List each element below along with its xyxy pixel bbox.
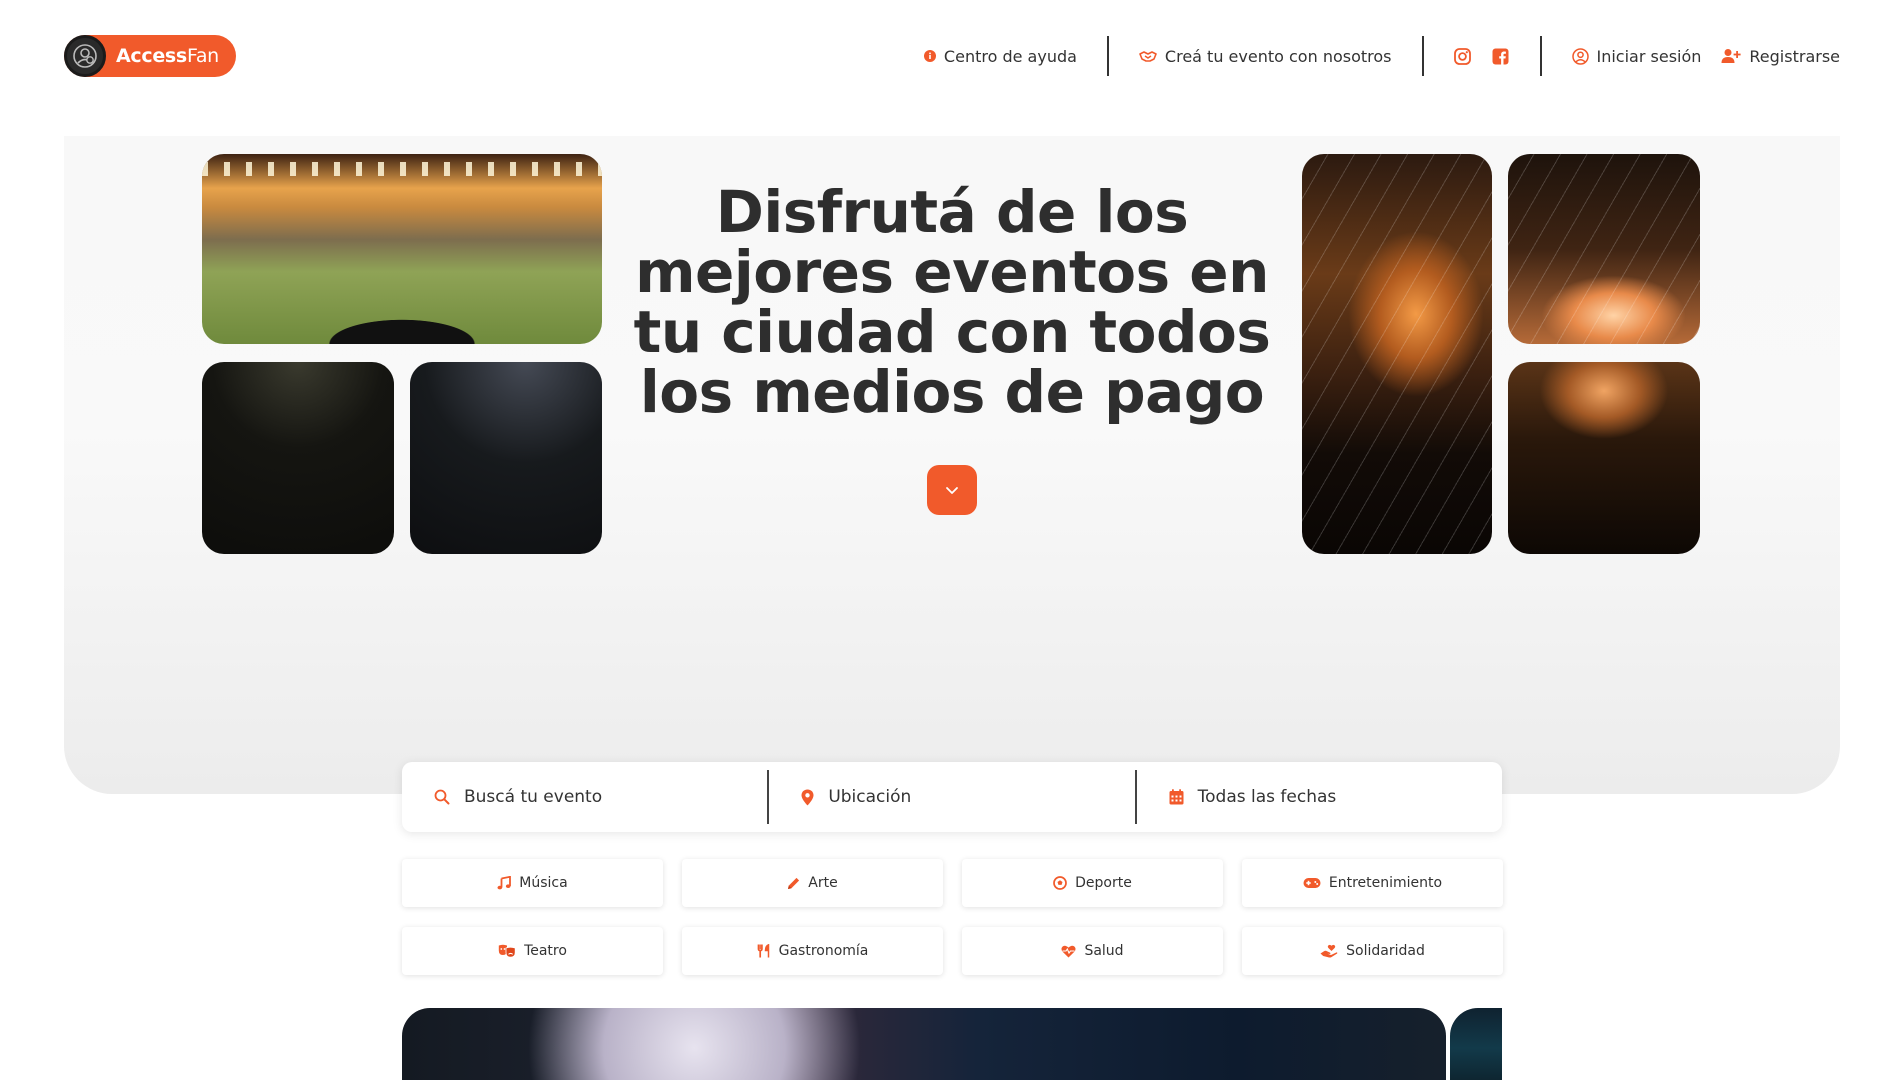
page: AccessFan Centro de ayuda Creá tu evento… xyxy=(0,0,1904,1080)
category-teatro[interactable]: Teatro xyxy=(402,927,663,975)
event-search-input[interactable] xyxy=(464,787,724,807)
category-salud[interactable]: Salud xyxy=(962,927,1223,975)
hero-title: Disfrutá de los mejores eventos en tu ci… xyxy=(633,178,1271,426)
featured-event-banner[interactable] xyxy=(402,1008,1446,1080)
gamepad-icon xyxy=(1303,878,1321,888)
create-event-label: Creá tu evento con nosotros xyxy=(1164,46,1392,66)
category-solidaridad[interactable]: Solidaridad xyxy=(1242,927,1503,975)
category-gastronomia[interactable]: Gastronomía xyxy=(682,927,943,975)
music-note-icon xyxy=(497,876,512,890)
nav-divider xyxy=(1539,36,1542,76)
create-event-link[interactable]: Creá tu evento con nosotros xyxy=(1139,47,1392,66)
map-pin-icon xyxy=(801,789,814,805)
category-label: Música xyxy=(519,875,568,891)
hero-section: Disfrutá de los mejores eventos en tu ci… xyxy=(64,136,1840,794)
date-filter[interactable]: Todas las fechas xyxy=(1137,762,1502,832)
theater-masks-icon xyxy=(498,944,516,958)
brand-logo[interactable]: AccessFan xyxy=(64,35,236,77)
facebook-icon[interactable] xyxy=(1492,47,1510,65)
auth-links: Iniciar sesión Registrarse xyxy=(1571,46,1840,66)
social-links xyxy=(1454,47,1510,65)
category-arte[interactable]: Arte xyxy=(682,859,943,907)
scroll-down-button[interactable] xyxy=(927,465,977,515)
heart-pulse-icon xyxy=(1061,945,1076,957)
category-musica[interactable]: Música xyxy=(402,859,663,907)
crowd-photo xyxy=(410,362,602,554)
info-circle-icon xyxy=(923,50,936,62)
category-label: Salud xyxy=(1084,943,1124,959)
category-label: Gastronomía xyxy=(778,943,869,959)
instagram-icon[interactable] xyxy=(1454,47,1472,65)
date-filter-label: Todas las fechas xyxy=(1197,787,1337,807)
logo-badge-icon xyxy=(64,35,106,77)
brand-name: AccessFan xyxy=(116,45,219,67)
category-label: Deporte xyxy=(1075,875,1132,891)
hand-heart-icon xyxy=(1320,944,1338,958)
category-label: Entretenimiento xyxy=(1328,875,1443,891)
user-circle-icon xyxy=(1571,47,1589,65)
event-search-bar: Todas las fechas xyxy=(402,762,1502,832)
utensils-icon xyxy=(757,944,769,958)
category-label: Teatro xyxy=(524,943,567,959)
user-plus-icon xyxy=(1721,49,1742,63)
crowd-photo xyxy=(202,362,394,554)
register-link[interactable]: Registrarse xyxy=(1721,47,1840,66)
category-entretenimiento[interactable]: Entretenimiento xyxy=(1242,859,1503,907)
login-link[interactable]: Iniciar sesión xyxy=(1571,46,1702,66)
help-center-link[interactable]: Centro de ayuda xyxy=(923,46,1077,66)
soccer-ball-icon xyxy=(1053,876,1067,890)
stadium-photo xyxy=(202,154,602,344)
chevron-down-icon xyxy=(946,487,958,494)
category-label: Arte xyxy=(808,875,838,891)
main-nav: Centro de ayuda Creá tu evento con nosot… xyxy=(923,36,1840,76)
pencil-icon xyxy=(788,877,800,889)
concert-photo xyxy=(1508,154,1700,344)
nav-divider xyxy=(1106,36,1109,76)
site-header: AccessFan Centro de ayuda Creá tu evento… xyxy=(0,0,1904,112)
next-event-banner[interactable] xyxy=(1450,1008,1502,1080)
location-input[interactable] xyxy=(828,787,1089,807)
event-search-field[interactable] xyxy=(402,762,767,832)
category-deporte[interactable]: Deporte xyxy=(962,859,1223,907)
nav-divider xyxy=(1421,36,1424,76)
register-label: Registrarse xyxy=(1749,46,1840,66)
category-label: Solidaridad xyxy=(1346,943,1425,959)
handshake-icon xyxy=(1139,51,1157,62)
login-label: Iniciar sesión xyxy=(1596,46,1702,66)
help-center-label: Centro de ayuda xyxy=(943,46,1077,66)
concert-photo xyxy=(1508,362,1700,554)
category-grid: Música Arte Deporte Entretenimiento Teat… xyxy=(402,859,1503,975)
location-field[interactable] xyxy=(769,762,1134,832)
search-icon xyxy=(434,789,450,805)
calendar-icon xyxy=(1169,789,1184,805)
concert-photo xyxy=(1302,154,1492,554)
